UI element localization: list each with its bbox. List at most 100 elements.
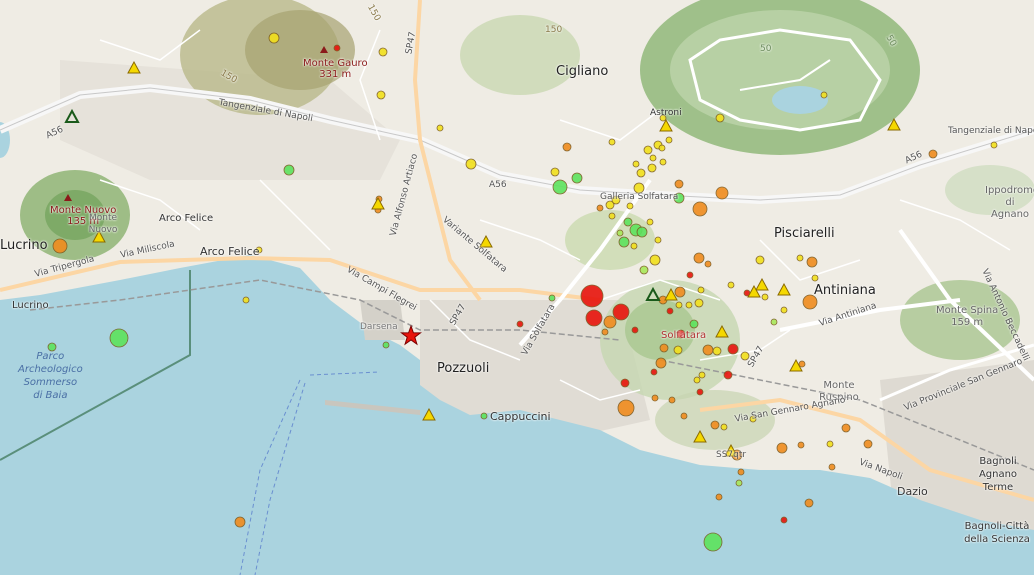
earthquake-marker[interactable] [806, 256, 818, 268]
earthquake-marker[interactable] [761, 293, 769, 301]
earthquake-marker[interactable] [780, 516, 788, 524]
earthquake-marker[interactable] [516, 320, 524, 328]
earthquake-marker[interactable] [596, 204, 604, 212]
earthquake-marker[interactable] [626, 202, 634, 210]
earthquake-marker[interactable] [636, 226, 648, 238]
earthquake-marker[interactable] [333, 44, 341, 52]
earthquake-marker[interactable] [580, 284, 604, 308]
earthquake-marker[interactable] [674, 286, 686, 298]
earthquake-marker[interactable] [632, 160, 640, 168]
earthquake-marker[interactable] [668, 396, 676, 404]
earthquake-marker[interactable] [616, 229, 624, 237]
earthquake-marker[interactable] [928, 149, 938, 159]
seismic-station-icon[interactable] [755, 277, 769, 291]
earthquake-marker[interactable] [689, 319, 699, 329]
earthquake-marker[interactable] [710, 420, 720, 430]
earthquake-marker[interactable] [585, 309, 603, 327]
earthquake-marker[interactable] [797, 441, 805, 449]
earthquake-marker[interactable] [436, 124, 444, 132]
earthquake-marker[interactable] [620, 378, 630, 388]
earthquake-marker[interactable] [863, 439, 873, 449]
earthquake-marker[interactable] [680, 412, 688, 420]
earthquake-marker[interactable] [608, 138, 616, 146]
earthquake-marker[interactable] [715, 493, 723, 501]
earthquake-marker[interactable] [703, 532, 723, 552]
earthquake-marker[interactable] [755, 255, 765, 265]
earthquake-marker[interactable] [704, 260, 712, 268]
earthquake-marker[interactable] [776, 442, 788, 454]
seismic-station-icon[interactable] [693, 429, 707, 443]
earthquake-marker[interactable] [666, 307, 674, 315]
earthquake-marker[interactable] [735, 479, 743, 487]
earthquake-marker[interactable] [686, 271, 694, 279]
earthquake-marker[interactable] [727, 343, 739, 355]
map-canvas[interactable]: Cigliano Pisciarelli Antiniana Pozzuoli … [0, 0, 1034, 575]
earthquake-marker[interactable] [698, 371, 706, 379]
earthquake-marker[interactable] [382, 341, 390, 349]
earthquake-marker[interactable] [109, 328, 129, 348]
earthquake-marker[interactable] [649, 154, 657, 162]
seismic-station-icon[interactable] [777, 282, 791, 296]
earthquake-marker[interactable] [268, 32, 280, 44]
earthquake-marker[interactable] [720, 423, 728, 431]
earthquake-marker[interactable] [693, 376, 701, 384]
seismic-station-icon[interactable] [422, 407, 436, 421]
earthquake-marker[interactable] [650, 368, 658, 376]
earthquake-marker[interactable] [603, 315, 617, 329]
earthquake-marker[interactable] [796, 254, 804, 262]
earthquake-marker[interactable] [828, 463, 836, 471]
earthquake-marker[interactable] [283, 164, 295, 176]
earthquake-marker[interactable] [646, 218, 654, 226]
earthquake-marker[interactable] [608, 212, 616, 220]
earthquake-marker[interactable] [612, 303, 630, 321]
earthquake-marker[interactable] [696, 388, 704, 396]
seismic-station-icon[interactable] [127, 60, 141, 74]
earthquake-marker[interactable] [552, 179, 568, 195]
earthquake-marker[interactable] [617, 399, 635, 417]
earthquake-marker[interactable] [618, 236, 630, 248]
earthquake-marker[interactable] [740, 351, 750, 361]
earthquake-marker[interactable] [692, 201, 708, 217]
earthquake-marker[interactable] [659, 343, 669, 353]
earthquake-marker[interactable] [234, 516, 246, 528]
earthquake-marker[interactable] [378, 47, 388, 57]
earthquake-marker[interactable] [639, 265, 649, 275]
earthquake-marker[interactable] [737, 468, 745, 476]
earthquake-marker[interactable] [715, 113, 725, 123]
seismic-station-icon[interactable] [887, 117, 901, 131]
earthquake-marker[interactable] [770, 318, 778, 326]
earthquake-marker[interactable] [636, 168, 646, 178]
earthquake-marker[interactable] [550, 167, 560, 177]
earthquake-marker[interactable] [674, 179, 684, 189]
earthquake-marker[interactable] [798, 360, 806, 368]
earthquake-marker[interactable] [562, 142, 572, 152]
earthquake-marker[interactable] [658, 144, 666, 152]
earthquake-marker[interactable] [665, 136, 673, 144]
earthquake-marker[interactable] [697, 286, 705, 294]
earthquake-marker[interactable] [694, 298, 704, 308]
earthquake-marker[interactable] [804, 498, 814, 508]
earthquake-marker[interactable] [601, 328, 609, 336]
earthquake-marker[interactable] [631, 326, 639, 334]
earthquake-marker[interactable] [480, 412, 488, 420]
earthquake-marker[interactable] [693, 252, 705, 264]
earthquake-marker[interactable] [548, 294, 556, 302]
earthquake-marker[interactable] [651, 394, 659, 402]
earthquake-marker[interactable] [820, 91, 828, 99]
seismic-station-icon[interactable] [715, 324, 729, 338]
earthquake-marker[interactable] [673, 345, 683, 355]
earthquake-marker[interactable] [649, 254, 661, 266]
earthquake-marker[interactable] [623, 217, 633, 227]
epicenter-star-icon[interactable] [400, 324, 422, 346]
earthquake-marker[interactable] [841, 423, 851, 433]
earthquake-marker[interactable] [465, 158, 477, 170]
earthquake-marker[interactable] [712, 346, 722, 356]
earthquake-marker[interactable] [376, 90, 386, 100]
earthquake-marker[interactable] [659, 158, 667, 166]
earthquake-marker[interactable] [990, 141, 998, 149]
earthquake-marker[interactable] [643, 145, 653, 155]
earthquake-marker[interactable] [727, 281, 735, 289]
earthquake-marker[interactable] [780, 306, 788, 314]
earthquake-marker[interactable] [811, 274, 819, 282]
earthquake-marker[interactable] [647, 163, 657, 173]
